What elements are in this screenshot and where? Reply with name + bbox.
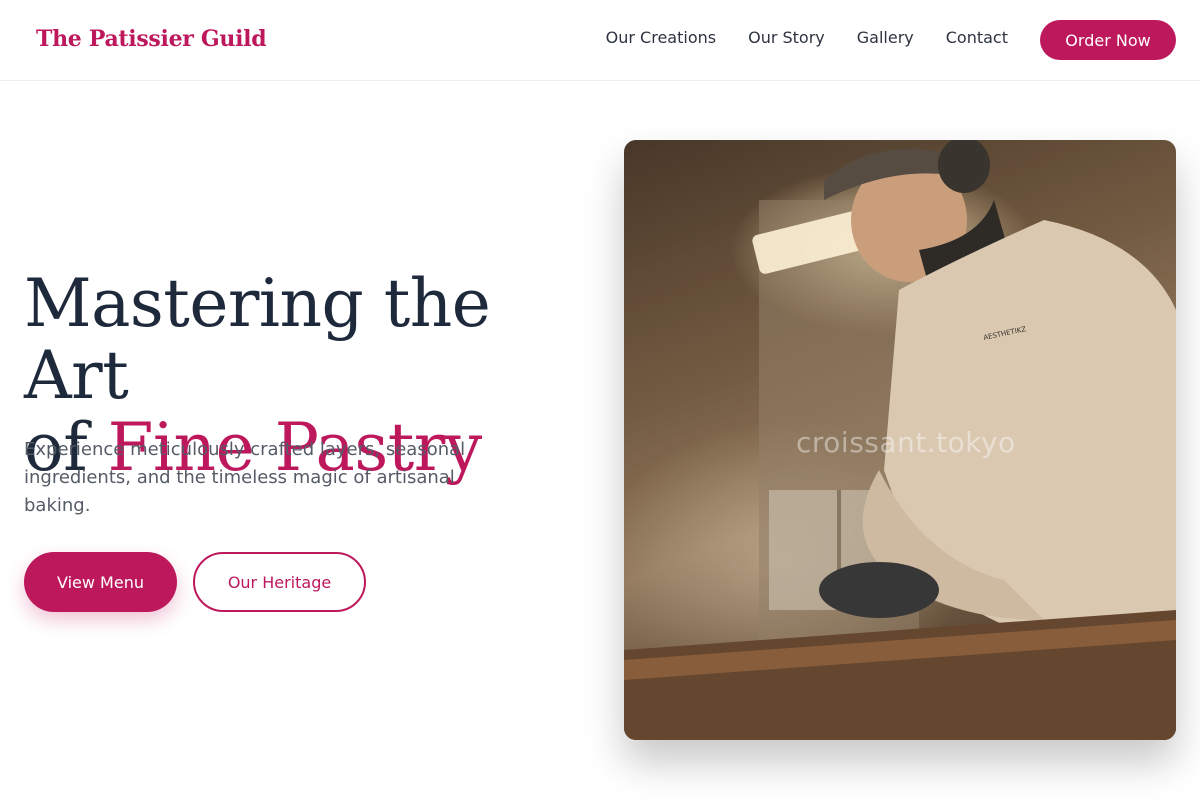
nav-link-our-creations[interactable]: Our Creations [606, 29, 716, 47]
main-nav: Our Creations Our Story Gallery Contact [606, 29, 1008, 47]
site-header: The Patissier Guild Our Creations Our St… [0, 0, 1200, 81]
hero-subtitle: Experience meticulously crafted layers, … [24, 439, 466, 516]
hero-image-baker: AESTHETIKZ croissant.tokyo [624, 140, 1176, 740]
our-heritage-button[interactable]: Our Heritage [193, 552, 366, 612]
brand-logo[interactable]: The Patissier Guild [36, 26, 267, 52]
nav-link-our-story[interactable]: Our Story [748, 29, 825, 47]
image-watermark: croissant.tokyo [796, 426, 1016, 459]
view-menu-button[interactable]: View Menu [24, 552, 177, 612]
nav-link-contact[interactable]: Contact [946, 29, 1008, 47]
hero-title-line1: Mastering the Art [24, 265, 491, 414]
order-now-button[interactable]: Order Now [1040, 20, 1176, 60]
nav-link-gallery[interactable]: Gallery [857, 29, 914, 47]
